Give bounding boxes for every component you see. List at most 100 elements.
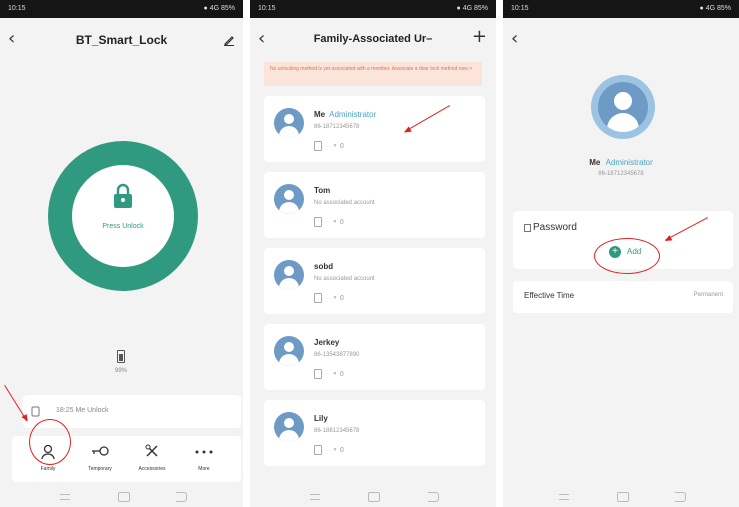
status-time: 10:15 [258,5,276,12]
header: ‹ [503,18,739,62]
status-bar: 10:15 ● 4G 85% [0,0,243,18]
profile-name: Me Administrator [503,158,739,167]
lock-home-screen: 10:15 ● 4G 85% ‹ BT_Smart_Lock Press Unl… [0,0,243,507]
nav-family-label: Family [40,466,56,472]
family-members-screen: 10:15 ● 4G 85% ‹ Family-Associated Ur– +… [250,0,496,507]
member-phone: No associated account [314,276,375,282]
system-back-icon[interactable] [176,492,187,502]
member-name: Me [314,110,326,119]
password-icon [524,224,531,232]
member-role-badge: Administrator [329,110,377,119]
unlock-count: 0 [339,446,344,454]
member-card-lily[interactable]: Lily 86-18812345678 ⚬ 0 [264,400,485,466]
notice-banner[interactable]: No unlocking method is yet associated wi… [264,62,482,86]
member-role-badge: Administrator [605,158,653,167]
status-bar: 10:15 ● 4G 85% [503,0,739,18]
card-icon [314,369,322,379]
status-time: 10:15 [8,5,26,12]
unlock-count: 0 [339,294,344,302]
password-label: Password [533,222,577,233]
more-icon [195,450,213,454]
nav-accessories-label: Accessories [138,466,166,472]
page-title: Family-Associated Ur– [313,33,433,45]
status-icons: ● 4G 85% [203,5,235,12]
home-icon[interactable] [368,492,380,502]
fingerprint-icon: ⚬ [332,446,338,454]
battery-icon [117,350,125,363]
member-phone: 86-13543877890 [314,352,360,358]
nav-accessories[interactable]: Accessories [132,440,172,476]
system-nav-bar [503,485,739,507]
unlock-count: 0 [339,142,344,150]
unlock-ring[interactable]: Press Unlock [48,141,198,291]
unlock-count: 0 [339,218,344,226]
unlock-count: 0 [339,370,344,378]
member-name: Jerkey [314,338,340,347]
system-back-icon[interactable] [428,492,439,502]
member-name: Me [589,158,601,167]
battery-indicator: 99% [111,350,131,374]
system-nav-bar [250,485,496,507]
avatar [274,336,304,366]
notice-text: No unlocking method is yet associated wi… [270,66,473,72]
effective-time-row[interactable]: Effective Time Permanent [513,281,733,313]
avatar [274,260,304,290]
key-icon [92,446,109,456]
page-title: BT_Smart_Lock [75,33,168,47]
avatar [274,184,304,214]
member-phone: 86-18712345678 [314,124,360,130]
member-card-sobd[interactable]: sobd No associated account ⚬ 0 [264,248,485,314]
member-phone: 86-18812345678 [314,428,360,434]
fingerprint-icon: ⚬ [332,142,338,150]
header: ‹ BT_Smart_Lock [0,18,243,62]
status-bar: 10:15 ● 4G 85% [250,0,496,18]
member-card-me[interactable]: Me Administrator 86-18712345678 ⚬ 0 [264,96,485,162]
effective-time-label: Effective Time [524,291,575,300]
system-nav-bar [0,485,243,507]
member-detail-screen: 10:15 ● 4G 85% ‹ Me Administrator 86-187… [503,0,739,507]
avatar [274,108,304,138]
member-phone: No associated account [314,200,375,206]
fingerprint-icon: ⚬ [332,370,338,378]
effective-time-value: Permanent [693,292,723,298]
lock-icon [114,183,132,208]
home-icon[interactable] [118,492,130,502]
battery-label: 99% [114,368,127,374]
status-icons: ● 4G 85% [456,5,488,12]
card-icon [314,141,322,151]
unlock-label: Press Unlock [102,223,144,230]
record-icon [31,406,40,417]
status-icons: ● 4G 85% [699,5,731,12]
nav-temporary[interactable]: Temporary [80,440,120,476]
annotation-circle-add [594,238,660,274]
header: ‹ Family-Associated Ur– + [250,18,496,62]
avatar [274,412,304,442]
profile-phone: 86-18712345678 [598,171,644,177]
card-icon [314,445,322,455]
member-name: sobd [314,262,334,271]
fingerprint-icon: ⚬ [332,218,338,226]
member-card-tom[interactable]: Tom No associated account ⚬ 0 [264,172,485,238]
nav-more-label: More [198,466,210,472]
add-member-icon[interactable]: + [472,28,487,46]
nav-temporary-label: Temporary [88,466,112,472]
status-time: 10:15 [511,5,529,12]
nav-more[interactable]: More [184,440,224,476]
card-icon [314,217,322,227]
unlock-button[interactable]: Press Unlock [72,165,174,267]
fingerprint-icon: ⚬ [332,294,338,302]
menu-icon[interactable] [60,494,70,500]
menu-icon[interactable] [310,494,320,500]
card-icon [314,293,322,303]
edit-icon[interactable] [223,34,235,46]
member-name: Lily [314,414,328,423]
annotation-circle-family [29,419,71,465]
system-back-icon[interactable] [675,492,686,502]
profile-avatar [591,75,655,139]
member-card-jerkey[interactable]: Jerkey 86-13543877890 ⚬ 0 [264,324,485,390]
home-icon[interactable] [617,492,629,502]
menu-icon[interactable] [559,494,569,500]
accessories-icon [145,444,158,457]
member-name: Tom [314,186,331,195]
back-icon[interactable]: ‹ [511,30,518,48]
